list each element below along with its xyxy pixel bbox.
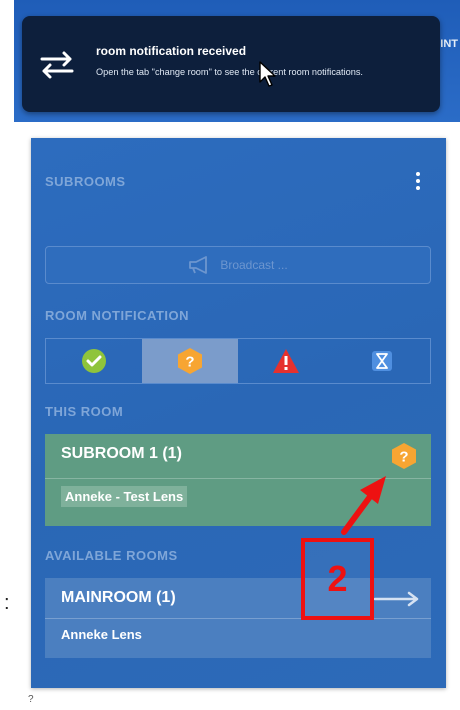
svg-text:?: ?	[185, 354, 194, 371]
member-chip: Anneke - Test Lens	[61, 486, 188, 507]
annotation-step-number: 2	[327, 558, 348, 599]
notify-alert-button[interactable]	[238, 339, 334, 383]
room-notification-heading: ROOM NOTIFICATION	[45, 308, 190, 323]
member-name: Anneke Lens	[61, 627, 142, 642]
question-hexagon-icon: ?	[178, 348, 202, 374]
broadcast-label: Broadcast ...	[220, 258, 288, 272]
room-notification-selector: ?	[45, 338, 431, 384]
annotation-step-box: 2	[301, 538, 374, 620]
subrooms-panel: SUBROOMS Broadcast ... ROOM NOTIFICATION…	[31, 138, 446, 688]
notify-ok-button[interactable]	[46, 339, 142, 383]
room-name: SUBROOM 1 (1)	[61, 445, 182, 462]
screenshot: INT room notification received Open the …	[0, 0, 460, 710]
more-options-icon[interactable]	[414, 172, 422, 194]
subrooms-heading: SUBROOMS	[45, 174, 126, 189]
annotation-arrow-icon	[341, 476, 386, 535]
swap-arrows-icon	[40, 51, 74, 79]
broadcast-button[interactable]: Broadcast ...	[45, 246, 431, 284]
hourglass-icon	[372, 351, 392, 371]
check-circle-icon	[82, 349, 106, 373]
room-notification-toast[interactable]: room notification received Open the tab …	[22, 16, 440, 112]
question-hexagon-icon: ?	[392, 443, 416, 469]
notify-waiting-button[interactable]	[334, 339, 430, 383]
stray-mark: ?	[28, 694, 34, 705]
megaphone-icon	[189, 256, 208, 274]
header-edge-text: INT	[440, 38, 458, 50]
notify-question-button[interactable]: ?	[142, 339, 238, 383]
room-name: MAINROOM (1)	[61, 589, 176, 606]
toast-title: room notification received	[96, 44, 247, 58]
toast-body: Open the tab "change room" to see the cu…	[96, 67, 363, 77]
side-mark: :	[4, 592, 10, 614]
this-room-heading: THIS ROOM	[45, 404, 124, 419]
mouse-cursor-icon	[259, 61, 276, 87]
arrow-right-icon[interactable]	[373, 590, 421, 608]
warning-triangle-icon	[273, 349, 299, 373]
available-rooms-heading: AVAILABLE ROOMS	[45, 548, 178, 563]
svg-text:?: ?	[399, 449, 408, 466]
